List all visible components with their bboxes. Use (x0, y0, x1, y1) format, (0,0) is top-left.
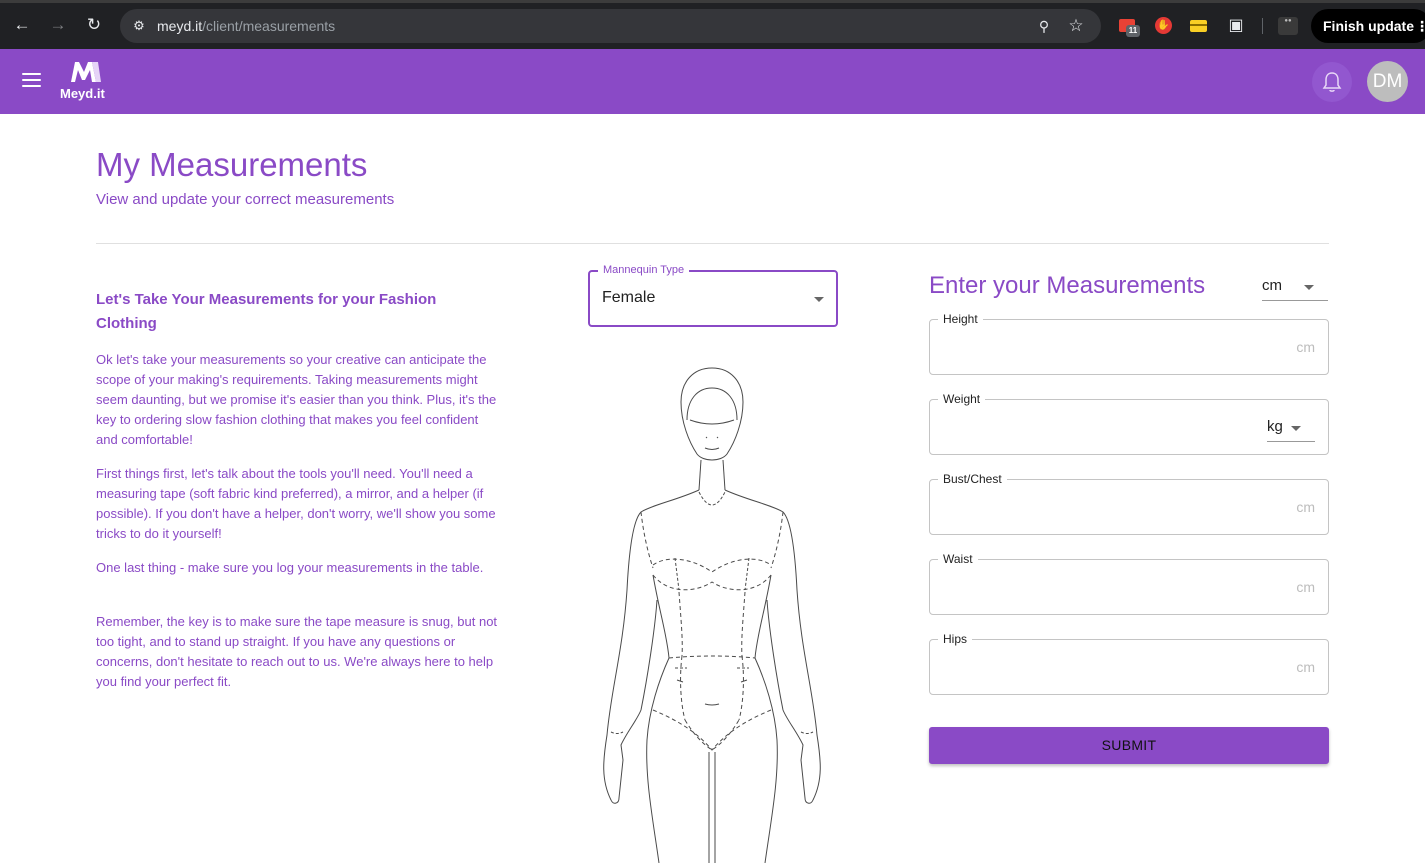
card-icon[interactable] (1190, 16, 1210, 36)
logo-text: Meyd.it (60, 86, 105, 101)
url-path: /client/measurements (202, 18, 336, 34)
mannequin-illustration (603, 367, 821, 863)
mannequin-type-label: Mannequin Type (598, 263, 690, 277)
unit-select-value: cm (1262, 277, 1282, 294)
stop-hand: ✋ (1155, 17, 1172, 34)
intro-paragraph: Ok let's take your measurements so your … (96, 352, 497, 447)
finish-update-button[interactable]: Finish update ⋮ (1311, 9, 1425, 43)
dropdown-arrow-icon (1304, 285, 1314, 290)
page-title: My Measurements (96, 146, 368, 183)
notifications-button[interactable] (1312, 62, 1352, 102)
bell-icon (1322, 72, 1342, 92)
bust-chest-label: Bust/Chest (938, 472, 1007, 486)
finish-update-label: Finish update (1323, 18, 1414, 34)
waist-label: Waist (938, 552, 978, 566)
bust-chest-unit: cm (1296, 499, 1315, 515)
intro-paragraph: Remember, the key is to make sure the ta… (96, 614, 498, 689)
more-vert-icon[interactable]: ⋮ (1415, 9, 1425, 43)
waist-unit: cm (1296, 579, 1315, 595)
bust-chest-field[interactable]: Bust/Chest cm (929, 472, 1329, 535)
hips-label: Hips (938, 632, 973, 646)
form-title: Enter your Measurements (929, 272, 1206, 299)
puzzle-icon[interactable]: ▣ (1226, 16, 1246, 36)
toolbar-separator (1262, 18, 1263, 34)
reload-icon[interactable]: ↻ (83, 14, 105, 36)
logo-mark-icon (71, 62, 101, 82)
mannequin-type-value: Female (602, 289, 656, 306)
card-stripe (1190, 24, 1207, 26)
mannequin-type-select[interactable]: Mannequin Type Female (588, 263, 838, 327)
app-bar: Meyd.it DM (0, 49, 1425, 114)
height-unit: cm (1296, 339, 1315, 355)
intro-paragraph: First things first, let's talk about the… (96, 466, 496, 541)
forward-arrow-icon[interactable]: → (47, 14, 69, 36)
submit-button[interactable]: SUBMIT (929, 727, 1329, 764)
hips-field[interactable]: Hips cm (929, 632, 1329, 695)
address-bar[interactable]: ⚙ meyd.it/client/measurements ⚲ ☆ (120, 9, 1101, 43)
unit-select[interactable]: cm (1262, 272, 1328, 301)
menu-icon[interactable] (22, 73, 42, 89)
back-arrow-icon[interactable]: ← (11, 14, 33, 36)
browser-toolbar: ← → ↻ ⚙ meyd.it/client/measurements ⚲ ☆ … (0, 0, 1425, 49)
weight-unit-value: kg (1267, 418, 1283, 435)
page-subtitle: View and update your correct measurement… (96, 191, 395, 208)
profile-extension-icon[interactable]: ●● (1278, 16, 1298, 36)
gmail-icon[interactable]: 11 (1118, 16, 1140, 37)
intro-title: Let's Take Your Measurements for your Fa… (96, 291, 437, 332)
dropdown-arrow-icon (1291, 426, 1301, 431)
intro-paragraph: One last thing - make sure you log your … (96, 560, 484, 575)
gmail-badge: 11 (1126, 25, 1140, 37)
hips-unit: cm (1296, 659, 1315, 675)
site-settings-icon[interactable]: ⚙ (130, 17, 148, 35)
card-shape (1190, 20, 1207, 32)
stop-icon[interactable]: ✋ (1154, 16, 1174, 36)
weight-field[interactable]: Weight kg (929, 392, 1329, 455)
logo[interactable]: Meyd.it (58, 58, 118, 108)
weight-unit-select[interactable]: kg (1267, 414, 1315, 442)
divider (96, 243, 1329, 244)
avatar[interactable]: DM (1367, 61, 1408, 102)
dropdown-arrow-icon (814, 297, 824, 302)
tab-strip (0, 0, 1425, 3)
waist-field[interactable]: Waist cm (929, 552, 1329, 615)
star-icon[interactable]: ☆ (1066, 16, 1086, 36)
url-host: meyd.it (157, 18, 203, 34)
weight-label: Weight (938, 392, 986, 406)
height-label: Height (938, 312, 983, 326)
profile-picture: ●● (1278, 17, 1298, 35)
url-text[interactable]: meyd.it/client/measurements (157, 17, 335, 35)
key-icon[interactable]: ⚲ (1034, 17, 1054, 35)
height-field[interactable]: Height cm (929, 312, 1329, 375)
